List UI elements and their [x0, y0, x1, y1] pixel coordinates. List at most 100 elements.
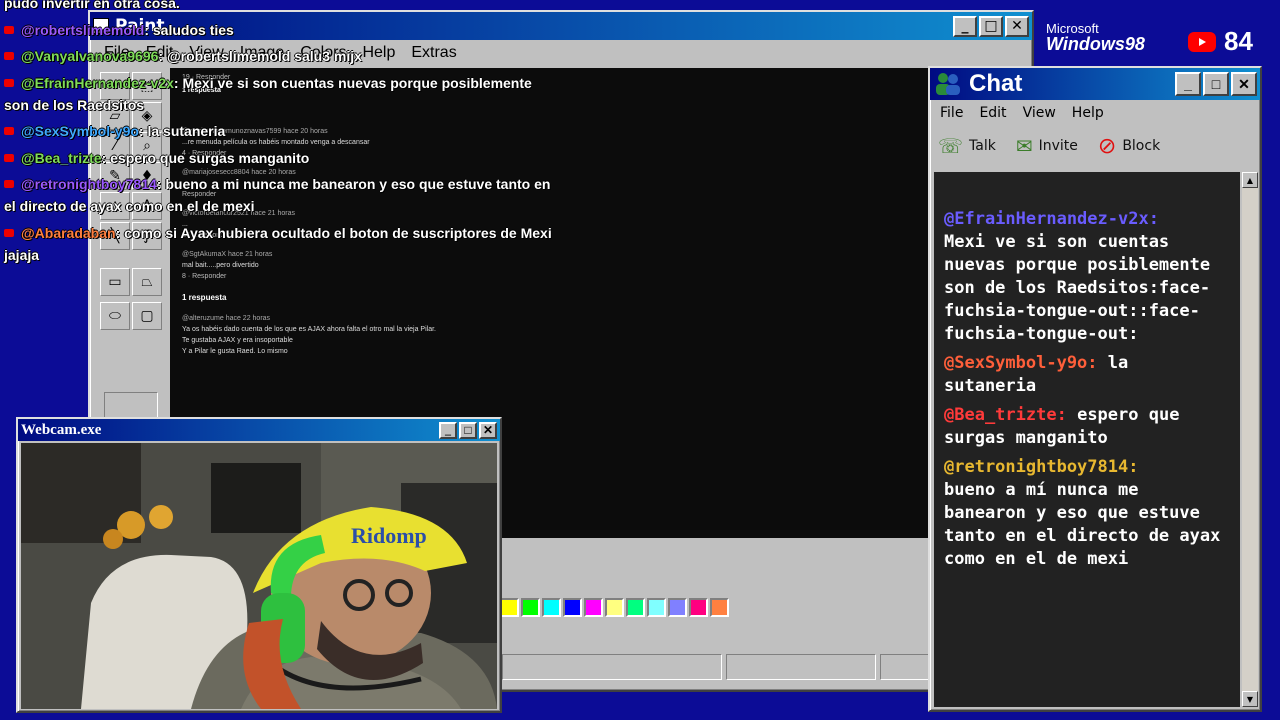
- comment-user: @alteruzume: [182, 315, 224, 322]
- rounded-rect-tool-icon[interactable]: ▢: [132, 302, 162, 330]
- minimize-button[interactable]: _: [953, 15, 977, 37]
- block-icon: ⊘: [1097, 133, 1117, 159]
- webcam-titlebar[interactable]: Webcam.exe _ □ ✕: [18, 419, 500, 441]
- ellipse-tool-icon[interactable]: ⬭: [100, 302, 130, 330]
- replies-toggle: 1 respuesta: [182, 293, 227, 302]
- chat-user: @retronightboy7814:: [944, 457, 1139, 477]
- talk-button[interactable]: ☏ Talk: [938, 134, 996, 158]
- webcam-title: Webcam.exe: [21, 421, 102, 438]
- chat-menu-file[interactable]: File: [932, 105, 971, 121]
- overlay-chat-user: @EfrainHernandez-v2x: [21, 74, 174, 91]
- chat-title: Chat: [969, 70, 1023, 97]
- palette-swatch[interactable]: [521, 598, 540, 617]
- palette-swatch[interactable]: [542, 598, 561, 617]
- chat-menubar: File Edit View Help: [930, 100, 1260, 126]
- talk-icon: ☏: [938, 134, 964, 158]
- webcam-scene: Ridomp: [21, 443, 497, 709]
- overlay-chat-line: @Abaradaban: como si Ayax hubiera oculta…: [0, 222, 560, 266]
- palette-swatch[interactable]: [689, 598, 708, 617]
- chat-people-icon: [933, 71, 963, 97]
- maximize-button[interactable]: □: [459, 421, 477, 439]
- close-button[interactable]: ✕: [479, 421, 497, 439]
- polygon-tool-icon[interactable]: ⏢: [132, 268, 162, 296]
- overlay-chat-line: @retronightboy7814: bueno a mi nunca me …: [0, 173, 560, 217]
- youtube-icon: [4, 127, 14, 135]
- overlay-chat-user: @robertslimemold: [21, 21, 145, 38]
- overlay-chat-user: @Bea_trizte: [21, 149, 102, 166]
- comment-text: Ya os habéis dado cuenta de los que es A…: [182, 326, 436, 355]
- overlay-chat-line: @EfrainHernandez-v2x: Mexi ve si son cue…: [0, 72, 560, 116]
- youtube-icon: [4, 78, 14, 87]
- status-field-coords: [726, 654, 876, 680]
- overlay-chat-user: @Vanyalvanova9696: [21, 48, 159, 64]
- chat-text: bueno a mí nunca me banearon y eso que e…: [944, 480, 1221, 569]
- overlay-chat-line: @SexSymbol-y9o: la sutaneria: [0, 120, 560, 142]
- talk-label: Talk: [969, 138, 996, 154]
- overlay-chat-line: @Bea_trizte: espero que surgas manganito: [0, 147, 560, 169]
- chat-message: @EfrainHernandez-v2x: Mexi ve si son cue…: [944, 208, 1230, 346]
- close-button[interactable]: ✕: [1231, 72, 1257, 96]
- palette-swatch[interactable]: [605, 598, 624, 617]
- maximize-button[interactable]: □: [979, 15, 1003, 37]
- chat-menu-view[interactable]: View: [1015, 105, 1064, 121]
- overlay-chat-user: @Abaradaban: [21, 224, 116, 241]
- overlay-chat-text: : espero que surgas manganito: [101, 149, 310, 166]
- overlay-chat-user: @SexSymbol-y9o: [21, 123, 139, 139]
- block-button[interactable]: ⊘ Block: [1098, 134, 1160, 159]
- youtube-icon: [4, 25, 14, 34]
- rectangle-tool-icon[interactable]: ▭: [100, 268, 130, 296]
- scroll-down-arrow-icon[interactable]: ▼: [1242, 691, 1258, 707]
- overlay-chat-text: : la sutaneria: [138, 123, 226, 139]
- palette-swatch[interactable]: [668, 598, 687, 617]
- overlay-chat-text: : saludos ties: [144, 21, 234, 38]
- ms-logo-line2: Windows98: [1046, 34, 1145, 54]
- youtube-icon: [4, 153, 14, 162]
- chat-user: @Bea_trizte:: [944, 405, 1067, 425]
- invite-icon: ✉: [1015, 134, 1033, 158]
- comment-time: hace 22 horas: [225, 315, 271, 322]
- close-button[interactable]: ✕: [1005, 15, 1029, 37]
- chat-user: @EfrainHernandez-v2x:: [944, 209, 1159, 229]
- stream-chat-overlay: pudo invertir en otra cosa. @robertslime…: [0, 0, 560, 270]
- minimize-button[interactable]: _: [439, 421, 457, 439]
- palette-swatch[interactable]: [710, 598, 729, 617]
- overlay-chat-line: pudo invertir en otra cosa.: [0, 0, 560, 14]
- chat-window: Chat _ □ ✕ File Edit View Help ☏ Talk ✉ …: [928, 66, 1262, 712]
- chat-toolbar: ☏ Talk ✉ Invite ⊘ Block: [930, 126, 1260, 166]
- viewer-count: 84: [1188, 26, 1253, 57]
- chat-titlebar[interactable]: Chat _ □ ✕: [930, 68, 1260, 100]
- palette-swatch[interactable]: [626, 598, 645, 617]
- palette-swatch[interactable]: [584, 598, 603, 617]
- invite-label: Invite: [1038, 138, 1078, 154]
- overlay-chat-line: @Vanyalvanova9696: @robertslimemold salu…: [0, 45, 560, 67]
- maximize-button[interactable]: □: [1203, 72, 1229, 96]
- overlay-chat-user: @retronightboy7814: [21, 176, 157, 192]
- youtube-icon: [4, 228, 14, 237]
- chat-message: @Bea_trizte: espero que surgas manganito: [944, 404, 1230, 450]
- chat-menu-help[interactable]: Help: [1064, 105, 1112, 121]
- chat-menu-edit[interactable]: Edit: [971, 105, 1014, 121]
- windows98-logo: Microsoft Windows98: [1046, 22, 1145, 53]
- palette-swatch[interactable]: [563, 598, 582, 617]
- webcam-window: Webcam.exe _ □ ✕ Ridomp: [16, 417, 502, 713]
- viewer-count-value: 84: [1224, 26, 1253, 56]
- palette-swatch[interactable]: [647, 598, 666, 617]
- overlay-chat-text: pudo invertir en otra cosa.: [4, 0, 180, 11]
- youtube-icon: [4, 52, 14, 60]
- overlay-chat-text: : @robertslimemold salu3 mijx: [158, 48, 362, 64]
- comment: @alteruzume hace 22 horas Ya os habéis d…: [182, 313, 436, 357]
- chat-messages[interactable]: @EfrainHernandez-v2x: Mexi ve si son cue…: [934, 172, 1240, 707]
- scroll-up-arrow-icon[interactable]: ▲: [1242, 172, 1258, 188]
- overlay-chat-line: @robertslimemold: saludos ties: [0, 19, 560, 41]
- chat-message: @SexSymbol-y9o: la sutaneria: [944, 352, 1230, 398]
- color-palette: [500, 598, 729, 617]
- chat-scrollbar[interactable]: ▲ ▼: [1242, 172, 1258, 707]
- cap-logo: Ridomp: [351, 523, 427, 548]
- minimize-button[interactable]: _: [1175, 72, 1201, 96]
- chat-user: @SexSymbol-y9o:: [944, 353, 1098, 373]
- chat-message: @retronightboy7814: bueno a mí nunca me …: [944, 456, 1230, 571]
- chat-text: Mexi ve si son cuentas nuevas porque pos…: [944, 232, 1211, 344]
- invite-button[interactable]: ✉ Invite: [1016, 134, 1078, 158]
- youtube-play-icon: [1188, 31, 1216, 52]
- palette-swatch[interactable]: [500, 598, 519, 617]
